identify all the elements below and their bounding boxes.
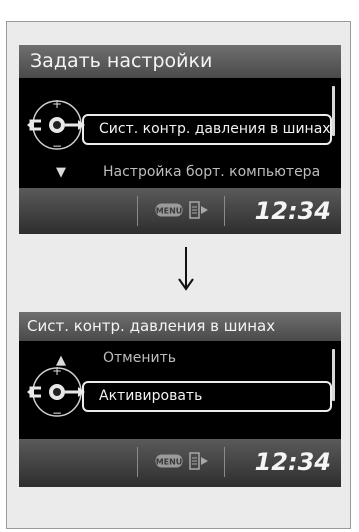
menu-button-icon: MENU: [155, 454, 183, 468]
menu-list: ▲ Отменить + − Активировать: [19, 341, 341, 439]
selector-knob-icon: + −: [27, 97, 85, 153]
status-bar: MENU 12:34: [19, 439, 341, 487]
info-screen-icon: [189, 201, 208, 219]
screen-title: Сист. контр. давления в шинах: [19, 312, 341, 341]
svg-text:+: +: [52, 97, 62, 111]
status-bar: MENU 12:34: [19, 188, 341, 234]
scrollbar: [332, 349, 335, 401]
display-screen-tpms: Сист. контр. давления в шинах ▲ Отменить…: [19, 312, 341, 487]
divider: [224, 447, 225, 477]
scrollbar: [332, 86, 335, 136]
menu-list: + − Сист. контр. давления в шинах ▼ Наст…: [19, 78, 341, 188]
info-screen-icon: [189, 452, 208, 470]
svg-text:−: −: [52, 406, 62, 420]
svg-text:MENU: MENU: [156, 207, 183, 216]
menu-item[interactable]: Настройка борт. компьютера: [103, 164, 320, 180]
clock: 12:34: [254, 197, 331, 225]
menu-button-icon: MENU: [155, 203, 183, 217]
svg-text:MENU: MENU: [156, 458, 183, 467]
display-screen-settings: Задать настройки + − Сист. контр. давлен…: [19, 45, 341, 234]
menu-item[interactable]: Отменить: [103, 350, 176, 366]
selector-knob-icon: + −: [27, 364, 85, 420]
svg-text:+: +: [52, 364, 62, 378]
selected-menu-item[interactable]: Сист. контр. давления в шинах: [82, 114, 332, 145]
svg-text:−: −: [52, 139, 62, 153]
screen-title: Задать настройки: [19, 45, 341, 78]
divider: [224, 196, 225, 226]
divider: [137, 447, 138, 477]
clock: 12:34: [254, 448, 331, 476]
scroll-down-indicator: ▼: [56, 165, 66, 180]
divider: [137, 196, 138, 226]
down-arrow-icon: [178, 247, 194, 291]
selected-menu-item[interactable]: Активировать: [82, 381, 332, 412]
